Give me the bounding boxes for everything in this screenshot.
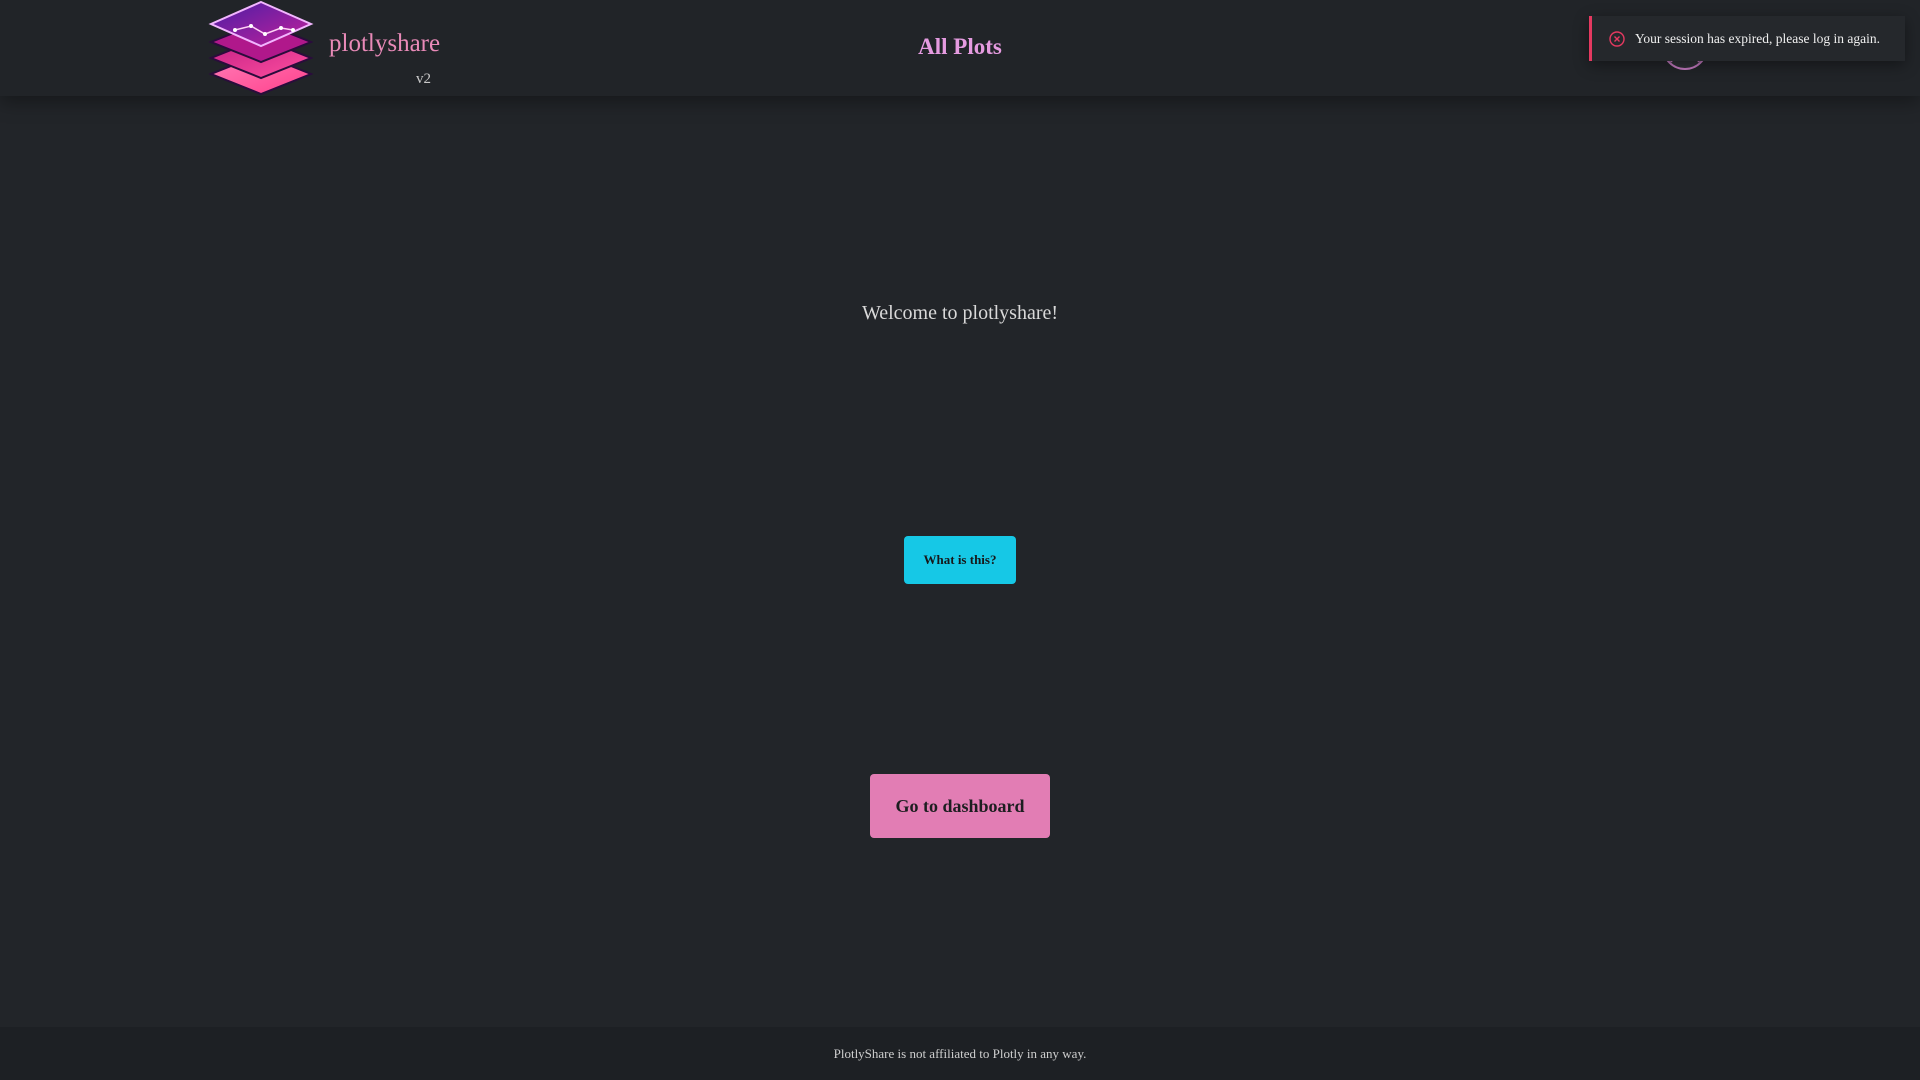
go-to-dashboard-button[interactable]: Go to dashboard [870, 774, 1050, 838]
toast-message: Your session has expired, please log in … [1635, 30, 1880, 46]
all-plots-link[interactable]: All Plots [918, 34, 1002, 59]
footer: PlotlyShare is not affiliated to Plotly … [0, 1027, 1920, 1080]
session-expired-toast[interactable]: Your session has expired, please log in … [1589, 16, 1905, 61]
logo-icon [208, 0, 314, 96]
brand[interactable]: plotlyshare v2 [207, 0, 440, 96]
welcome-heading: Welcome to plotlyshare! [861, 302, 1059, 324]
footer-disclaimer: PlotlyShare is not affiliated to Plotly … [833, 1045, 1087, 1061]
brand-name: plotlyshare [329, 30, 441, 57]
what-is-this-button[interactable]: What is this? [904, 536, 1016, 584]
error-circle-x-icon [1609, 30, 1625, 47]
brand-text: plotlyshare v2 [329, 30, 459, 87]
brand-version: v2 [416, 71, 431, 87]
page: plotlyshare v2 All Plots Your session ha… [0, 0, 1920, 1080]
